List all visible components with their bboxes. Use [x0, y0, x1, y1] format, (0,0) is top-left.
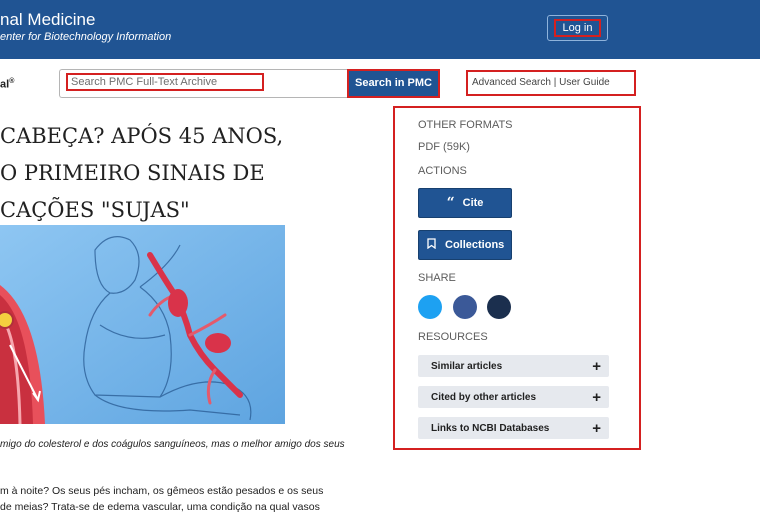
expand-plus-icon: +: [592, 388, 601, 406]
article-sidebar: OTHER FORMATS PDF (59K) ACTIONS “ Cite C…: [393, 106, 641, 450]
login-button[interactable]: Log in: [554, 19, 601, 37]
body-text-line: de meias? Trata-se de edema vascular, um…: [0, 501, 320, 512]
collections-button[interactable]: Collections: [418, 230, 512, 260]
article-figure[interactable]: [0, 225, 285, 424]
resource-ncbi-links[interactable]: Links to NCBI Databases +: [418, 417, 609, 439]
article-title-line: CABEÇA? APÓS 45 ANOS,: [0, 124, 284, 148]
search-box: [59, 69, 347, 98]
cite-button[interactable]: “ Cite: [418, 188, 512, 218]
actions-heading: ACTIONS: [418, 165, 467, 177]
search-input[interactable]: [66, 73, 264, 91]
site-header: nal Medicine enter for Biotechnology Inf…: [0, 0, 760, 59]
vein-illustration: [0, 225, 285, 424]
twitter-share-icon[interactable]: [418, 295, 442, 319]
share-heading: SHARE: [418, 272, 456, 284]
registered-mark: ®: [9, 78, 15, 85]
link-separator: |: [553, 77, 557, 88]
resource-label: Cited by other articles: [431, 391, 537, 403]
article-title-line: CAÇÕES "SUJAS": [0, 198, 190, 222]
facebook-share-icon[interactable]: [453, 295, 477, 319]
search-button[interactable]: Search in PMC: [347, 69, 440, 98]
resource-similar-articles[interactable]: Similar articles +: [418, 355, 609, 377]
expand-plus-icon: +: [592, 357, 601, 375]
login-button-frame: Log in: [547, 15, 608, 41]
quote-icon: “: [446, 195, 455, 211]
cite-button-label: Cite: [462, 197, 484, 209]
expand-plus-icon: +: [592, 419, 601, 437]
journal-logo-label: al: [0, 78, 10, 91]
resource-label: Links to NCBI Databases: [431, 422, 550, 434]
resources-heading: RESOURCES: [418, 331, 488, 343]
pdf-link[interactable]: PDF (59K): [418, 141, 470, 153]
advanced-search-link[interactable]: Advanced Search: [472, 77, 551, 88]
journal-logo-text[interactable]: al®: [0, 78, 14, 91]
article-title-line: O PRIMEIRO SINAIS DE: [0, 161, 265, 185]
email-share-icon[interactable]: [487, 295, 511, 319]
other-formats-heading: OTHER FORMATS: [418, 119, 513, 131]
resource-cited-by[interactable]: Cited by other articles +: [418, 386, 609, 408]
body-text-line: m à noite? Os seus pés incham, os gêmeos…: [0, 485, 324, 497]
brand-subtitle: enter for Biotechnology Information: [0, 31, 172, 43]
figure-caption: migo do colesterol e dos coágulos sanguí…: [0, 439, 345, 450]
bookmark-icon: [427, 238, 436, 252]
collections-button-label: Collections: [445, 239, 505, 251]
user-guide-link[interactable]: User Guide: [559, 77, 610, 88]
search-links: Advanced Search | User Guide: [466, 70, 636, 96]
brand-title[interactable]: nal Medicine: [0, 10, 95, 30]
resource-label: Similar articles: [431, 360, 503, 372]
article-title: CABEÇA? APÓS 45 ANOS, O PRIMEIRO SINAIS …: [0, 118, 340, 229]
